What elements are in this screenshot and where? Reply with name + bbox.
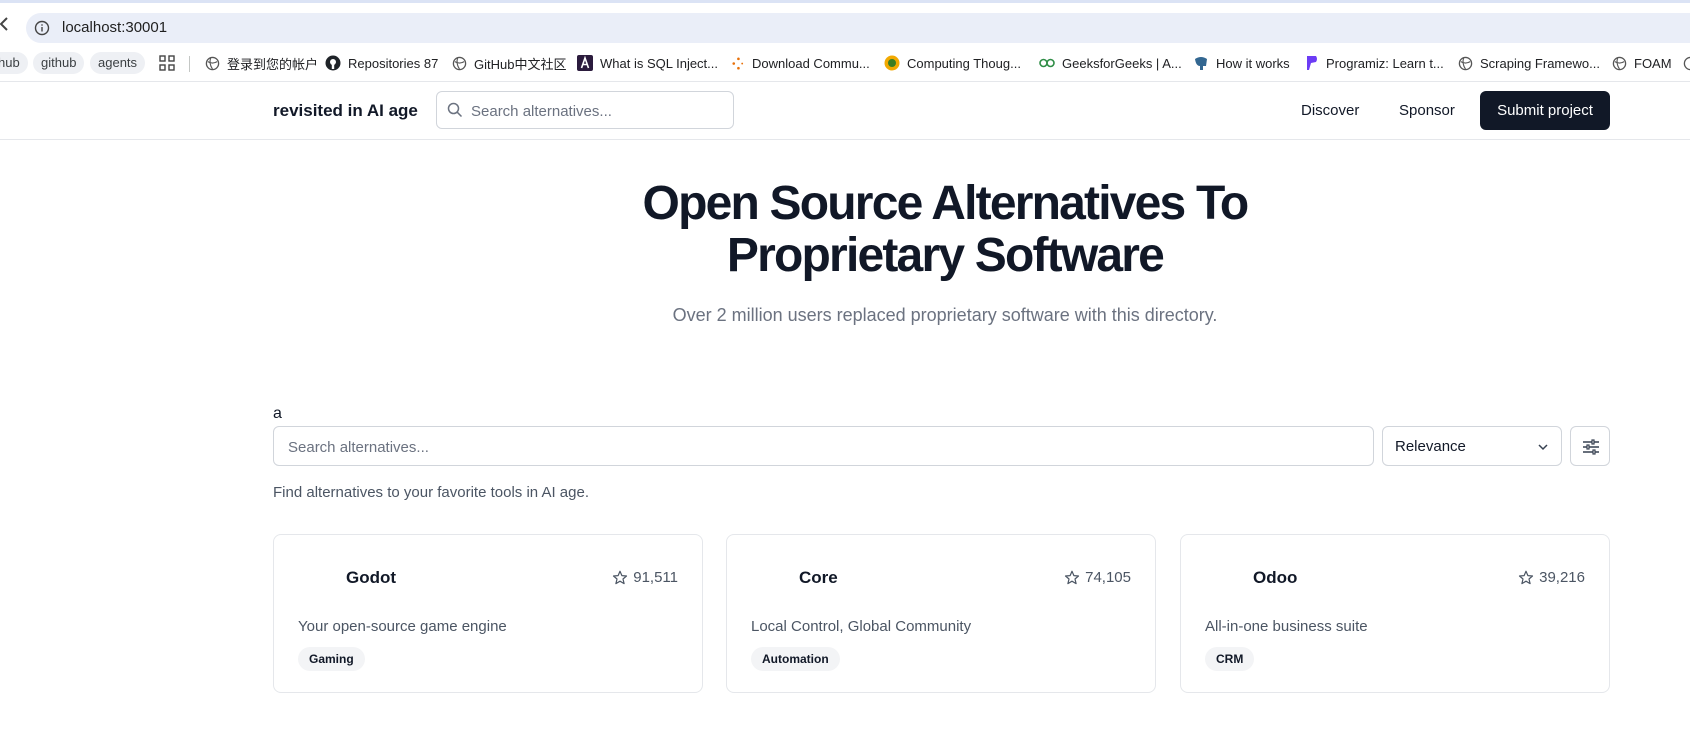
bookmark-github-cn[interactable]: GitHub中文社区: [452, 53, 566, 73]
project-card[interactable]: Core 74,105 Local Control, Global Commun…: [726, 534, 1156, 693]
bookmark-login[interactable]: 登录到您的帐户: [205, 53, 318, 73]
nav-sponsor-link[interactable]: Sponsor: [1399, 102, 1455, 119]
header-search: [436, 91, 734, 130]
project-description: Local Control, Global Community: [751, 618, 972, 635]
bookmark-label: How it works: [1216, 55, 1290, 71]
project-description: All-in-one business suite: [1205, 618, 1368, 635]
project-tag[interactable]: CRM: [1205, 647, 1255, 671]
project-tag[interactable]: Automation: [751, 647, 840, 671]
project-stars: 74,105: [1064, 569, 1131, 586]
bookmark-label: Repositories 87: [348, 55, 439, 71]
github-icon: [325, 55, 341, 71]
bookmark-scraping-framework[interactable]: Scraping Framewo...: [1458, 53, 1600, 73]
search-label: a: [273, 405, 282, 422]
bookmark-foam[interactable]: FOAM: [1612, 53, 1672, 73]
globe-icon: [452, 56, 467, 70]
bookmark-chip-hub[interactable]: hub: [0, 52, 28, 74]
filter-button[interactable]: [1570, 426, 1610, 466]
bookmark-label: 登录到您的帐户: [227, 56, 319, 72]
project-stars: 91,511: [612, 569, 678, 586]
globe-icon: [1612, 56, 1627, 70]
search-hint: Find alternatives to your favorite tools…: [273, 484, 590, 501]
bookmark-chip-agents[interactable]: agents: [90, 52, 146, 74]
hero-title: Open Source Alternatives To Proprietary …: [545, 178, 1345, 282]
bookmark-repositories[interactable]: Repositories 87: [325, 53, 438, 73]
star-icon: [1065, 570, 1080, 584]
chevron-down-icon: [1538, 444, 1548, 451]
globe-icon[interactable]: [1683, 56, 1690, 71]
alternatives-search-input[interactable]: [286, 427, 1360, 467]
geeksforgeeks-icon: [1039, 58, 1055, 68]
nav-discover-link[interactable]: Discover: [1301, 102, 1359, 119]
bookmark-label: What is SQL Inject...: [600, 55, 719, 71]
bookmark-how-it-works[interactable]: How it works: [1193, 53, 1290, 73]
alternatives-search: [273, 426, 1374, 467]
hero-title-line1: Open Source Alternatives To: [642, 177, 1250, 230]
star-count: 39,216: [1539, 569, 1585, 586]
bookmark-geeksforgeeks[interactable]: GeeksforGeeks | A...: [1039, 53, 1182, 73]
url-field[interactable]: [26, 13, 1690, 43]
project-stars: 39,216: [1518, 569, 1585, 586]
star-icon: [613, 570, 628, 584]
project-name: Core: [799, 568, 838, 587]
project-name: Godot: [346, 568, 397, 587]
project-description: Your open-source game engine: [298, 618, 507, 635]
sort-select[interactable]: Relevance: [1382, 426, 1562, 466]
bookmark-programiz[interactable]: Programiz: Learn t...: [1305, 53, 1444, 73]
bookmark-label: Programiz: Learn t...: [1326, 55, 1444, 71]
bookmark-label: GeeksforGeeks | A...: [1062, 55, 1182, 71]
hero-title-line2: Proprietary Software: [726, 229, 1165, 282]
star-count: 91,511: [633, 569, 678, 586]
apps-grid-icon[interactable]: [159, 55, 175, 71]
sort-select-value: Relevance: [1395, 438, 1466, 455]
sliders-icon: [1583, 439, 1599, 455]
globe-icon: [205, 56, 220, 70]
programiz-icon: [1307, 56, 1317, 70]
site-brand[interactable]: revisited in AI age: [273, 101, 418, 121]
project-tag[interactable]: Gaming: [298, 647, 365, 671]
bookmark-chip-github[interactable]: github: [33, 52, 85, 74]
bookmark-download[interactable]: Download Commu...: [730, 53, 870, 73]
project-card[interactable]: Odoo 39,216 All-in-one business suite CR…: [1180, 534, 1610, 693]
bookmark-label: Download Commu...: [752, 55, 870, 71]
back-arrow-icon[interactable]: [0, 16, 12, 32]
browser-address-bar: localhost:30001: [0, 3, 1690, 45]
bookmark-computing-thought[interactable]: Computing Thoug...: [884, 53, 1021, 73]
bookmark-label: FOAM: [1634, 55, 1672, 71]
bookmark-label: Computing Thoug...: [907, 55, 1021, 71]
submit-project-button[interactable]: Submit project: [1480, 91, 1610, 130]
bookmarks-separator: [189, 56, 190, 72]
star-count: 74,105: [1085, 569, 1131, 586]
hero-subtitle: Over 2 million users replaced proprietar…: [672, 305, 1218, 325]
colorful-logo-icon: [884, 55, 900, 71]
bookmark-sql-injection[interactable]: What is SQL Inject...: [577, 53, 718, 73]
bookmark-label: Scraping Framewo...: [1480, 55, 1600, 71]
project-card[interactable]: Godot 91,511 Your open-source game engin…: [273, 534, 703, 693]
site-info-icon[interactable]: [34, 20, 50, 36]
header-search-input[interactable]: [469, 92, 723, 130]
globe-icon: [1458, 56, 1473, 70]
bookmarks-bar: hub github agents 登录到您的帐户 Repositories 8…: [0, 45, 1690, 82]
project-name: Odoo: [1253, 568, 1298, 587]
search-icon: [447, 102, 463, 118]
star-icon: [1519, 570, 1534, 584]
site-header: revisited in AI age Discover Sponsor Sub…: [0, 82, 1690, 140]
sparkle-icon: [732, 57, 744, 69]
elephant-icon: [1195, 57, 1207, 70]
url-text: localhost:30001: [62, 19, 168, 36]
bookmark-label: GitHub中文社区: [474, 56, 567, 72]
anthropic-icon: [577, 55, 593, 71]
